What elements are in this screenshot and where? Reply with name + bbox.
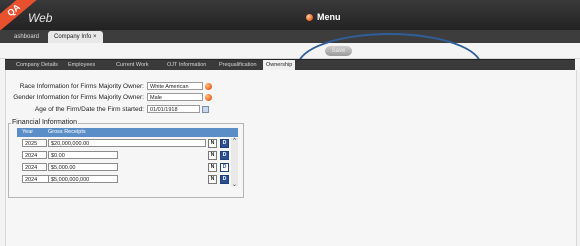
app-header xyxy=(0,0,580,30)
action-bar xyxy=(0,43,580,59)
tab-ownership[interactable]: Ownership xyxy=(263,60,296,70)
table-row: 2025 $20,000,000.00 N D xyxy=(17,138,231,148)
tab-company-info-label: Company Info xyxy=(54,34,92,40)
gender-dropdown-icon[interactable] xyxy=(205,94,212,101)
scroll-down-icon[interactable]: ⌄ xyxy=(231,181,238,188)
gross-cell[interactable]: $20,000,000.00 xyxy=(48,139,206,147)
race-field[interactable]: White American xyxy=(147,82,203,90)
app-title: Web xyxy=(28,11,53,25)
tab-dashboard[interactable]: ashboard xyxy=(8,31,45,43)
table-row: 2024 $0.00 N D xyxy=(17,150,231,160)
gender-label: Gender Information for Firms Majority Ow… xyxy=(13,94,144,101)
new-button[interactable]: N xyxy=(208,151,217,160)
year-value: 2024 xyxy=(25,177,38,183)
close-icon[interactable]: × xyxy=(93,34,97,40)
new-button[interactable]: N xyxy=(208,163,217,172)
year-cell[interactable]: 2025 xyxy=(22,139,47,147)
year-cell[interactable]: 2024 xyxy=(22,163,47,171)
scroll-up-icon[interactable]: ^ xyxy=(231,138,238,144)
menu-button[interactable]: Menu xyxy=(317,12,341,22)
column-year: Year xyxy=(22,129,34,135)
tab-current-work[interactable]: Current Work xyxy=(116,60,149,70)
financial-grid-header: Year Gross Receipts xyxy=(17,128,238,137)
column-gross-receipts: Gross Receipts xyxy=(48,129,86,135)
year-cell[interactable]: 2024 xyxy=(22,151,47,159)
calendar-icon[interactable] xyxy=(202,106,209,113)
race-dropdown-icon[interactable] xyxy=(205,83,212,90)
delete-button[interactable]: D xyxy=(220,175,229,184)
menu-orb-icon[interactable] xyxy=(306,14,313,21)
section-tab-bar: Company Details Employees Current Work O… xyxy=(5,59,575,70)
tab-company-details[interactable]: Company Details xyxy=(16,60,58,70)
gross-cell[interactable]: $5,000.00 xyxy=(48,163,118,171)
new-button[interactable]: N xyxy=(208,139,217,148)
table-row: 2024 $5,000,000,000 N D xyxy=(17,174,231,184)
age-field[interactable]: 01/01/1918 xyxy=(147,105,200,113)
tab-employees[interactable]: Employees xyxy=(68,60,95,70)
gross-cell[interactable]: $5,000,000,000 xyxy=(48,175,118,183)
race-label: Race Information for Firms Majority Owne… xyxy=(19,83,144,90)
delete-button[interactable]: D xyxy=(220,163,229,172)
age-label: Age of the Firm/Date the Firm started: xyxy=(34,106,144,113)
main-tab-strip: ashboard Company Info × xyxy=(0,30,580,43)
gross-cell[interactable]: $0.00 xyxy=(48,151,118,159)
tab-ojt-information[interactable]: OJT Information xyxy=(167,60,206,70)
delete-button[interactable]: D xyxy=(220,151,229,160)
financial-legend: Financial Information xyxy=(11,119,78,126)
tab-company-info[interactable]: Company Info × xyxy=(48,31,103,43)
grid-scrollbar[interactable]: ^ ⌄ xyxy=(231,138,238,188)
new-button[interactable]: N xyxy=(208,175,217,184)
delete-button[interactable]: D xyxy=(220,139,229,148)
table-row: 2024 $5,000.00 N D xyxy=(17,162,231,172)
gender-field[interactable]: Male xyxy=(147,93,203,101)
tab-prequalification[interactable]: Prequalification xyxy=(219,60,257,70)
